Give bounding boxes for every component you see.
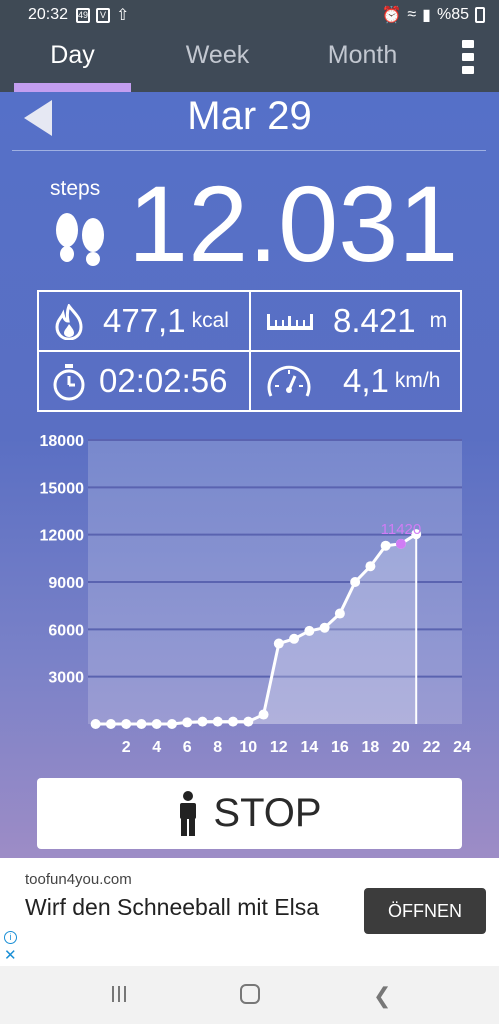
y-tick-label: 15000 — [40, 480, 85, 497]
x-tick-label: 4 — [152, 739, 161, 756]
date-title: Mar 29 — [187, 94, 312, 138]
chart-point — [380, 540, 391, 551]
speed-value: 4,1 — [343, 362, 389, 399]
alarm-icon: ⏰ — [381, 7, 402, 24]
ruler-icon — [267, 314, 313, 330]
chart-point — [151, 719, 162, 729]
ad-info-icon[interactable]: i — [4, 931, 17, 944]
duration-cell: 02:02:56 — [39, 352, 249, 410]
status-time: 20:32 — [28, 6, 69, 23]
divider — [12, 150, 486, 151]
y-tick-label: 9000 — [48, 575, 84, 592]
chart-point — [319, 622, 330, 633]
status-bar: 20:32 49 V ⇧ ⏰ ≈ ▮ %85 — [0, 0, 499, 30]
chart-point — [121, 719, 132, 729]
y-tick-label: 18000 — [40, 433, 85, 450]
ad-close-icon[interactable]: ✕ — [4, 946, 17, 964]
system-nav-bar: ❮ — [0, 966, 499, 1024]
battery-percent: %85 — [436, 6, 469, 23]
ad-open-button[interactable]: ÖFFNEN — [364, 888, 486, 934]
y-tick-label: 12000 — [40, 528, 85, 545]
x-tick-label: 6 — [183, 739, 192, 756]
x-tick-label: 8 — [213, 739, 222, 756]
speedometer-icon — [267, 365, 311, 397]
stopwatch-icon — [53, 364, 85, 401]
chart-point — [334, 608, 345, 619]
distance-unit: m — [429, 309, 448, 332]
chart-point — [243, 716, 254, 727]
calories-unit: kcal — [191, 309, 229, 332]
notification-icon: 49 — [76, 7, 91, 23]
main-panel: Mar 29 steps 12.031 477,1 kcal 8.421 m 0… — [0, 92, 499, 858]
speed-unit: km/h — [394, 369, 441, 392]
steps-chart: 1800015000120009000600030002 4 6 8 10 12 14 16 1… — [40, 433, 472, 756]
distance-value: 8.421 — [333, 302, 416, 339]
back-icon[interactable]: ❮ — [373, 983, 391, 1009]
y-tick-label: 3000 — [48, 670, 84, 687]
battery-icon — [475, 7, 485, 23]
chart-point — [350, 577, 361, 587]
stop-button[interactable]: STOP — [37, 778, 462, 849]
wifi-icon: ≈ — [407, 6, 417, 23]
tab-bar: Day Week Month — [0, 30, 499, 92]
notification-icon: V — [96, 7, 111, 23]
x-tick-label: 16 — [331, 739, 349, 756]
footprints-icon — [56, 213, 104, 266]
chart-point — [212, 716, 223, 727]
previous-day-arrow-icon[interactable] — [24, 100, 52, 136]
stop-button-label: STOP — [213, 791, 322, 835]
calories-value: 477,1 — [103, 302, 186, 339]
tab-day[interactable]: Day — [0, 30, 145, 92]
steps-label: steps — [50, 177, 101, 200]
chart-point — [273, 638, 284, 649]
chart-point — [228, 716, 239, 727]
tab-month[interactable]: Month — [290, 30, 435, 92]
signal-icon: ▮ — [422, 7, 431, 24]
chart-point — [289, 633, 300, 644]
x-tick-label: 22 — [423, 739, 441, 756]
y-tick-label: 6000 — [48, 622, 84, 639]
ad-banner[interactable]: toofun4you.com Wirf den Schneeball mit E… — [0, 858, 499, 966]
home-icon[interactable] — [240, 984, 260, 1004]
x-tick-label: 2 — [122, 739, 131, 756]
x-tick-label: 10 — [239, 739, 257, 756]
x-tick-label: 18 — [362, 739, 380, 756]
chart-point — [166, 719, 177, 729]
chart-point — [304, 625, 315, 636]
x-tick-label: 14 — [300, 739, 318, 756]
chart-point — [365, 561, 376, 572]
calories-cell: 477,1 kcal — [39, 292, 249, 350]
chart-highlight-point — [395, 538, 406, 549]
x-tick-label: 20 — [392, 739, 410, 756]
chart-point — [105, 719, 116, 729]
chart-point — [258, 709, 269, 720]
overflow-menu-icon[interactable] — [462, 40, 474, 74]
chart-highlight-label: 11420 — [381, 521, 422, 538]
flashlight-icon: ⇧ — [116, 7, 130, 24]
ad-headline[interactable]: Wirf den Schneeball mit Elsa — [25, 892, 345, 922]
x-tick-label: 24 — [453, 739, 471, 756]
tab-week[interactable]: Week — [145, 30, 290, 92]
speed-cell: 4,1 km/h — [251, 352, 461, 410]
person-icon — [180, 790, 197, 836]
chart-point — [182, 717, 193, 728]
recent-apps-icon[interactable] — [112, 986, 126, 1002]
distance-cell: 8.421 m — [251, 292, 461, 350]
chart-point — [90, 719, 101, 729]
steps-count: 12.031 — [128, 163, 459, 284]
stats-grid: 477,1 kcal 8.421 m 02:02:56 4,1 km/h — [37, 290, 462, 412]
duration-value: 02:02:56 — [99, 362, 228, 399]
chart-point — [197, 716, 208, 727]
chart-point — [136, 719, 147, 729]
ad-domain: toofun4you.com — [25, 871, 132, 888]
flame-icon — [55, 304, 83, 340]
x-tick-label: 12 — [270, 739, 288, 756]
